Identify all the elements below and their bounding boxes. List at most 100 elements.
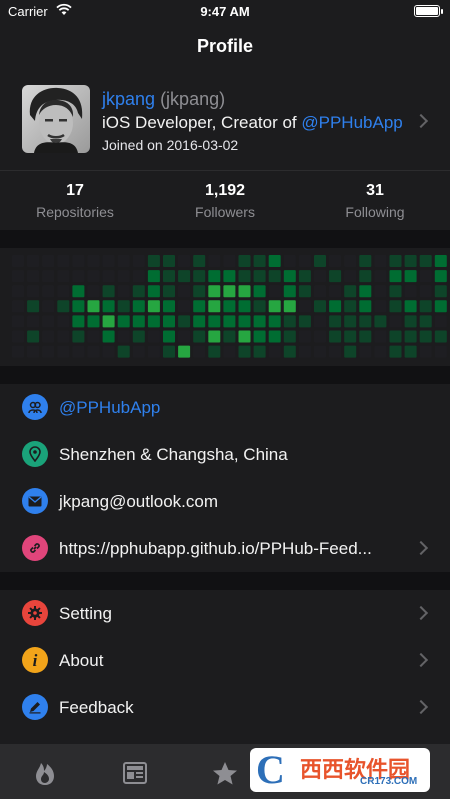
info-row-location[interactable]: Shenzhen & Changsha, China [0,431,450,478]
contribution-day-cell [193,315,206,328]
menu-item-feedback[interactable]: Feedback [0,684,450,731]
contribution-day-cell [178,345,191,358]
contribution-day-cell [27,285,40,298]
info-row-organization[interactable]: @PPHubApp [0,384,450,431]
contribution-day-cell [27,345,40,358]
contribution-day-cell [57,285,70,298]
contribution-day-cell [374,300,387,313]
contribution-day-cell [57,255,70,267]
contribution-day-cell [163,315,175,328]
contribution-day-cell [147,300,160,313]
contribution-day-cell [329,270,342,283]
contribution-day-cell [193,330,206,343]
info-row-blog[interactable]: https://pphubapp.github.io/PPHub-Feed... [0,525,450,572]
contribution-day-cell [434,300,447,313]
contribution-day-cell [434,255,447,267]
contribution-day-cell [87,255,100,267]
contribution-day-cell [147,255,160,267]
contribution-day-cell [132,255,145,267]
contribution-day-cell [87,315,100,328]
contribution-day-cell [329,300,342,313]
contribution-day-cell [72,255,85,267]
stat-repositories[interactable]: 17 Repositories [0,182,150,220]
contribution-day-cell [298,255,311,267]
contribution-day-cell [359,270,372,283]
contribution-day-cell [163,255,175,267]
contribution-day-cell [12,255,24,267]
stat-followers[interactable]: 1,192 Followers [150,182,300,220]
contribution-day-cell [87,330,100,343]
profile-login: (jkpang) [160,89,226,109]
profile-header[interactable]: jkpang (jkpang) iOS Developer, Creator o… [0,70,450,170]
contribution-day-cell [147,285,160,298]
star-icon [213,761,237,784]
contribution-day-cell [147,315,160,328]
contribution-day-cell [12,270,24,283]
contribution-day-cell [102,300,115,313]
contribution-day-cell [329,345,342,358]
contribution-day-cell [298,330,311,343]
battery-icon [414,5,443,17]
menu-item-about[interactable]: i About [0,637,450,684]
contribution-day-cell [72,345,85,358]
contribution-day-cell [102,285,115,298]
stat-following[interactable]: 31 Following [300,182,450,220]
contribution-day-cell [132,270,145,283]
contribution-day-cell [283,330,296,343]
status-bar: Carrier 9:47 AM [0,0,450,24]
contribution-day-cell [132,285,145,298]
profile-stats: 17 Repositories 1,192 Followers 31 Follo… [0,170,450,230]
stat-label: Repositories [36,204,114,220]
contribution-day-cell [223,285,236,298]
organization-label: @PPHubApp [59,398,161,417]
contribution-day-cell [117,285,130,298]
contribution-day-cell [238,315,251,328]
avatar[interactable] [22,85,90,153]
contribution-day-cell [404,315,417,328]
contribution-day-cell [314,285,326,298]
contribution-day-cell [72,285,85,298]
contribution-day-cell [102,270,115,283]
flame-icon [36,763,54,785]
contribution-day-cell [178,300,191,313]
contribution-day-cell [87,285,100,298]
contribution-day-cell [178,330,191,343]
contribution-day-cell [208,270,221,283]
contribution-day-cell [344,300,357,313]
contribution-day-cell [344,270,357,283]
contribution-day-cell [208,300,221,313]
contribution-day-cell [419,270,432,283]
tab-news[interactable] [120,758,150,788]
contribution-day-cell [223,330,236,343]
contribution-day-cell [374,315,387,328]
contribution-day-cell [27,315,40,328]
stat-count: 31 [366,182,384,199]
gear-icon [22,600,48,626]
contribution-day-cell [419,345,432,358]
menu-item-setting[interactable]: Setting [0,590,450,637]
watermark-c-glyph: C [256,747,285,792]
contribution-day-cell [298,315,311,328]
contribution-day-cell [223,255,236,267]
contribution-day-cell [57,270,70,283]
contribution-day-cell [223,300,236,313]
profile-joined-date: Joined on 2016-03-02 [102,137,239,153]
contribution-day-cell [314,300,326,313]
contribution-day-cell [404,330,417,343]
profile-company-link[interactable]: @PPHubApp [301,113,402,132]
contribution-day-cell [404,300,417,313]
contribution-day-cell [268,255,281,267]
contribution-day-cell [344,345,357,358]
contribution-day-cell [404,345,417,358]
contribution-day-cell [298,300,311,313]
contribution-day-cell [404,270,417,283]
tab-trending[interactable] [30,758,60,788]
chevron-right-icon [413,605,429,621]
info-row-email[interactable]: jkpang@outlook.com [0,478,450,525]
contribution-day-cell [344,315,357,328]
tab-starred[interactable] [210,758,240,788]
contribution-day-cell [268,300,281,313]
contribution-day-cell [238,255,251,267]
contribution-day-cell [314,270,326,283]
contribution-day-cell [57,300,70,313]
